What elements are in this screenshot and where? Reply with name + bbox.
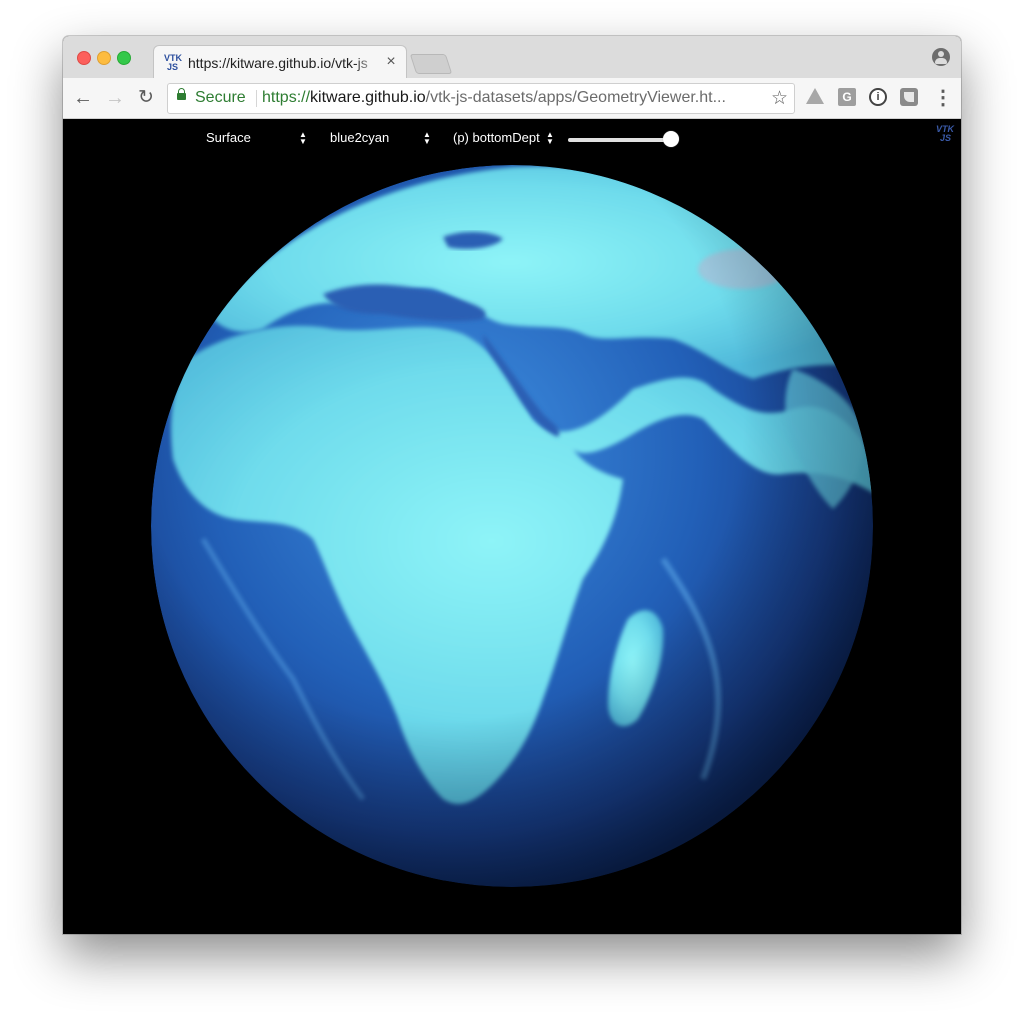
url-text[interactable]: https://kitware.github.io/vtk-js-dataset… bbox=[262, 89, 762, 107]
opacity-slider-track[interactable] bbox=[568, 138, 673, 142]
new-tab-button[interactable] bbox=[409, 54, 453, 74]
secure-label: Secure bbox=[195, 89, 246, 106]
globe-shading bbox=[151, 165, 873, 887]
colormap-select[interactable]: blue2cyan ▲ ▼ bbox=[330, 130, 431, 148]
color-by-select[interactable]: (p) bottomDept ▲ ▼ bbox=[453, 130, 554, 148]
vtk-logo: VTK JS bbox=[936, 124, 954, 143]
lock-icon bbox=[177, 88, 186, 100]
url-scheme: https:// bbox=[262, 89, 311, 106]
color-by-value: (p) bottomDept bbox=[453, 130, 540, 145]
vtk-favicon-icon: VTK JS bbox=[164, 53, 182, 72]
viewer-controls: Surface ▲ ▼ blue2cyan ▲ ▼ (p) bottomDept ▲… bbox=[63, 119, 961, 159]
g-extension-icon[interactable]: G bbox=[838, 88, 856, 106]
select-arrows-icon: ▲ ▼ bbox=[546, 130, 554, 146]
address-separator bbox=[256, 90, 257, 107]
close-window-button[interactable] bbox=[77, 51, 91, 65]
address-bar[interactable]: Secure https://kitware.github.io/vtk-js-… bbox=[167, 83, 795, 114]
url-host: kitware.github.io bbox=[310, 89, 426, 106]
browser-tab[interactable]: VTK JS https://kitware.github.io/vtk-js … bbox=[153, 45, 407, 80]
url-path: /vtk-js-datasets/apps/GeometryViewer.ht.… bbox=[425, 89, 726, 106]
representation-select[interactable]: Surface ▲ ▼ bbox=[206, 130, 307, 148]
render-viewport[interactable]: Surface ▲ ▼ blue2cyan ▲ ▼ (p) bottomDept ▲… bbox=[63, 119, 961, 934]
tab-title-fade bbox=[354, 50, 380, 74]
representation-value: Surface bbox=[206, 130, 251, 145]
browser-window: VTK JS https://kitware.github.io/vtk-js … bbox=[63, 36, 961, 934]
back-button[interactable]: ← bbox=[71, 86, 95, 110]
browser-toolbar: ← → ↻ Secure https://kitware.github.io/v… bbox=[63, 78, 961, 119]
info-extension-icon[interactable]: i bbox=[869, 88, 887, 106]
profile-icon[interactable] bbox=[932, 48, 950, 66]
forward-button[interactable]: → bbox=[103, 86, 127, 110]
tab-close-icon[interactable]: × bbox=[383, 53, 399, 71]
tab-title: https://kitware.github.io/vtk-js bbox=[188, 55, 368, 71]
star-icon[interactable]: ☆ bbox=[771, 87, 788, 110]
menu-icon[interactable]: ⋮ bbox=[933, 86, 953, 110]
drive-icon[interactable] bbox=[806, 88, 824, 104]
colormap-value: blue2cyan bbox=[330, 130, 390, 145]
title-bar: VTK JS https://kitware.github.io/vtk-js … bbox=[63, 36, 961, 80]
select-arrows-icon: ▲ ▼ bbox=[299, 130, 307, 146]
minimize-window-button[interactable] bbox=[97, 51, 111, 65]
square-extension-icon[interactable] bbox=[900, 88, 918, 106]
select-arrows-icon: ▲ ▼ bbox=[423, 130, 431, 146]
reload-button[interactable]: ↻ bbox=[134, 86, 158, 110]
zoom-window-button[interactable] bbox=[117, 51, 131, 65]
opacity-slider-thumb[interactable] bbox=[663, 131, 679, 147]
globe-rendering[interactable] bbox=[63, 119, 961, 934]
